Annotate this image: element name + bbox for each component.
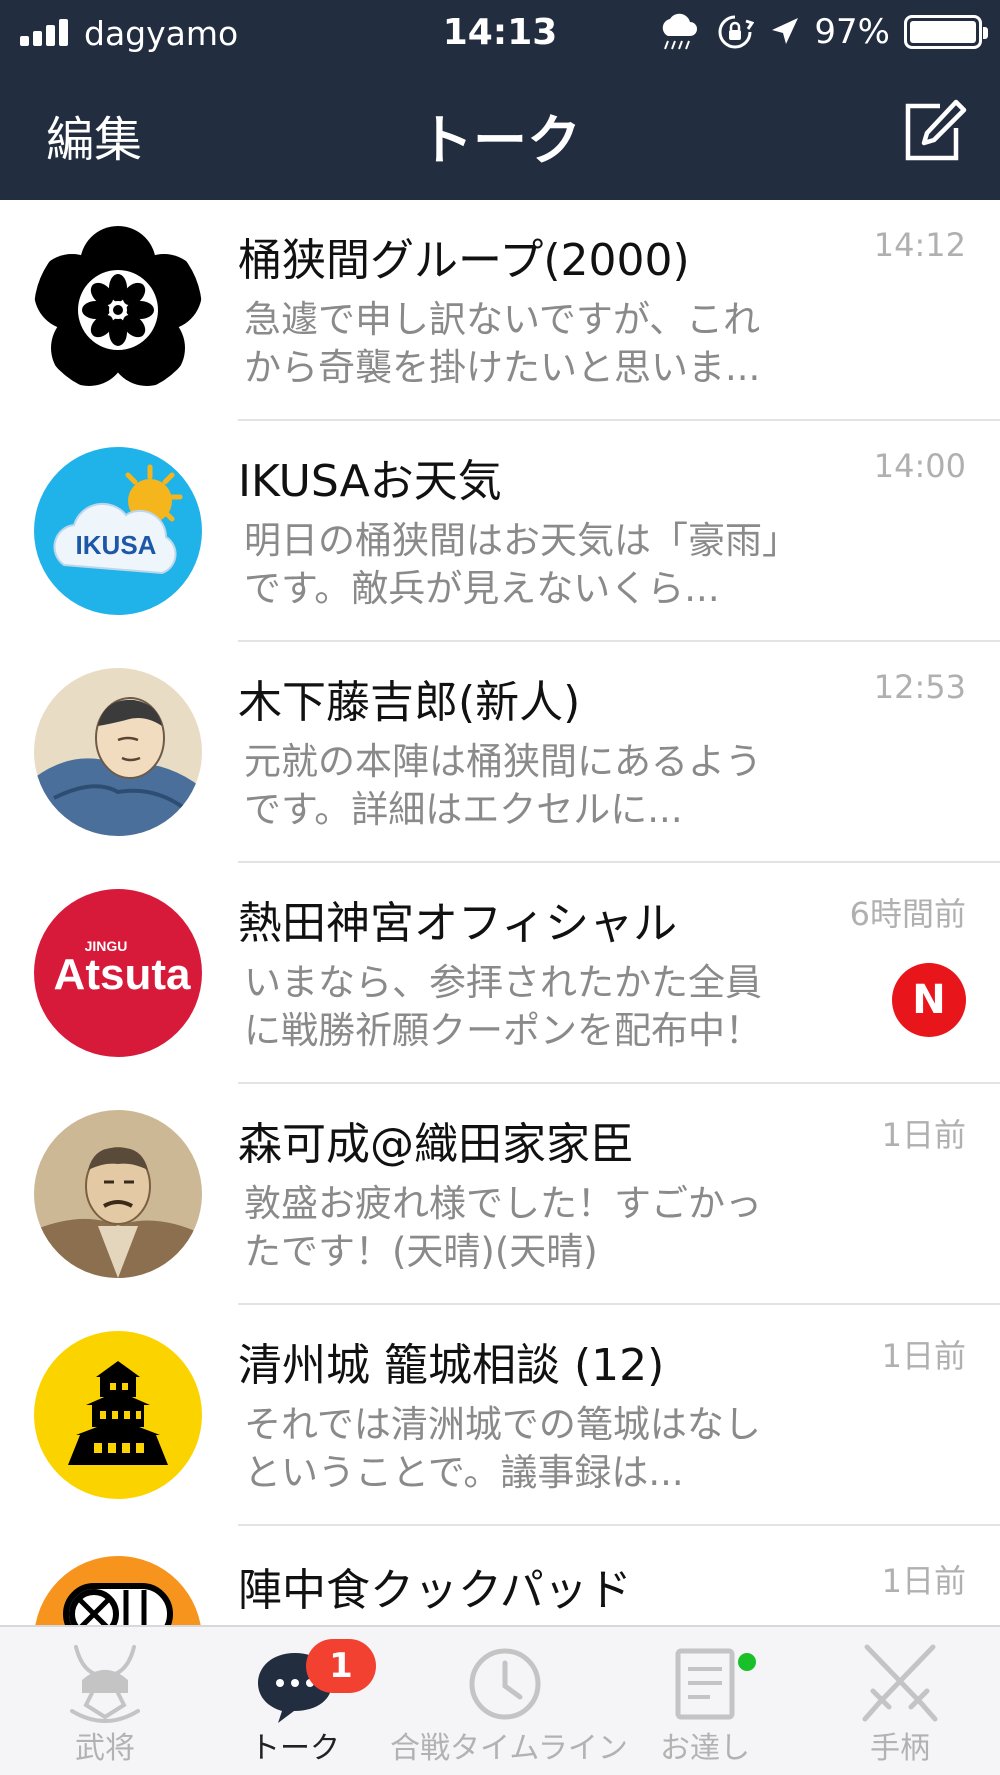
- chat-row[interactable]: 桶狭間グループ(2000) 急遽で申し訳ないですが、これから奇襲を掛けたいと思い…: [0, 200, 1000, 421]
- tab-bar: 武将 1 トーク 合戦タイムライン お達し 手柄: [0, 1625, 1000, 1775]
- chat-preview: いまなら、参拝されたかた全員に戦勝祈願クーポンを配布中！: [244, 961, 762, 1052]
- rice-ball-avatar: [34, 1556, 202, 1625]
- avatar-logo-text: IKUSA: [76, 530, 157, 560]
- chat-time: 1日前: [881, 1562, 966, 1600]
- location-arrow-icon: [772, 18, 799, 44]
- notification-dot: [738, 1653, 756, 1671]
- chat-row[interactable]: 森可成@織田家家臣 敦盛お疲れ様でした！すごかったです！(天晴)(天晴) 1日前: [0, 1084, 1000, 1305]
- tab-label: トーク: [250, 1731, 340, 1766]
- chat-name: 桶狭間グループ(2000): [238, 235, 690, 286]
- chat-time: 14:00: [873, 447, 966, 485]
- chat-row[interactable]: 木下藤吉郎(新人) 元就の本陣は桶狭間にあるようです。詳細はエクセルに... 1…: [0, 642, 1000, 863]
- chat-row[interactable]: 陣中食クックパッド 1日前: [0, 1530, 1000, 1625]
- chat-preview: 明日の桶狭間はお天気は「豪雨」です。敵兵が見えないくら...: [244, 519, 781, 610]
- tab-label: 武将: [75, 1731, 135, 1766]
- top-bar: dagyamo 14:13 97% 編集 トーク: [0, 0, 1000, 200]
- chat-time: 12:53: [873, 668, 966, 706]
- notice-icon: [675, 1648, 735, 1720]
- new-badge: N: [892, 963, 966, 1037]
- chat-preview: 敦盛お疲れ様でした！すごかったです！(天晴)(天晴): [244, 1182, 762, 1273]
- chat-time: 14:12: [873, 226, 966, 264]
- chat-preview: それでは清洲城での篭城はなしということで。議事録は...: [244, 1403, 761, 1494]
- castle-avatar: [34, 1331, 202, 1499]
- tab-notice[interactable]: お達し: [620, 1627, 790, 1775]
- oda-crest-avatar: [34, 226, 202, 394]
- chat-name: 森可成@織田家家臣: [238, 1119, 634, 1170]
- chat-preview: 元就の本陣は桶狭間にあるようです。詳細はエクセルに...: [244, 740, 762, 831]
- avatar-logo-text: Atsuta: [54, 950, 191, 999]
- retainer-portrait-avatar: [34, 1110, 202, 1278]
- chat-name: 木下藤吉郎(新人): [238, 677, 581, 728]
- chat-row[interactable]: JINGU Atsuta 熱田神宮オフィシャル いまなら、参拝されたかた全員に戦…: [0, 863, 1000, 1084]
- chat-name: IKUSAお天気: [238, 456, 502, 507]
- chat-time: 6時間前: [849, 895, 966, 933]
- divider: [238, 1524, 1000, 1526]
- tab-talk[interactable]: 1 トーク: [210, 1627, 380, 1775]
- crossed-swords-icon: [862, 1644, 938, 1722]
- tab-busho[interactable]: 武将: [20, 1627, 190, 1775]
- chat-time: 1日前: [881, 1337, 966, 1375]
- ikusa-weather-avatar: IKUSA: [34, 447, 202, 615]
- chat-name: 熱田神宮オフィシャル: [238, 898, 678, 949]
- status-bar: dagyamo 14:13 97%: [0, 0, 1000, 66]
- samurai-portrait-avatar: [34, 668, 202, 836]
- chat-preview: 急遽で申し訳ないですが、これから奇襲を掛けたいと思いま...: [244, 298, 761, 389]
- battery-percent: 97%: [814, 12, 890, 52]
- clock-icon: [469, 1648, 541, 1720]
- tab-label: 手柄: [870, 1731, 930, 1766]
- tab-label: 合戦タイムライン: [390, 1731, 628, 1766]
- page-title: トーク: [419, 109, 581, 172]
- atsuta-avatar: JINGU Atsuta: [34, 889, 202, 1057]
- chat-name: 陣中食クックパッド: [238, 1565, 632, 1616]
- samurai-helmet-icon: [70, 1645, 140, 1723]
- rotation-lock-icon: [718, 15, 755, 49]
- tab-timeline[interactable]: 合戦タイムライン: [390, 1627, 628, 1775]
- chat-list: 桶狭間グループ(2000) 急遽で申し訳ないですが、これから奇襲を掛けたいと思い…: [0, 200, 1000, 1625]
- tab-tegara[interactable]: 手柄: [815, 1627, 985, 1775]
- battery-icon: [904, 15, 988, 49]
- compose-icon[interactable]: [900, 98, 968, 166]
- tab-label: お達し: [660, 1731, 750, 1766]
- chat-row[interactable]: 清州城 籠城相談 (12) それでは清洲城での篭城はなしということで。議事録は.…: [0, 1305, 1000, 1526]
- cloud-rain-icon: [663, 13, 698, 50]
- chat-name: 清州城 籠城相談 (12): [238, 1340, 665, 1391]
- chat-time: 1日前: [881, 1116, 966, 1154]
- status-right-cluster: 97%: [656, 10, 988, 54]
- unread-count-badge: 1: [306, 1639, 376, 1693]
- chat-row[interactable]: IKUSA IKUSAお天気 明日の桶狭間はお天気は「豪雨」です。敵兵が見えない…: [0, 421, 1000, 642]
